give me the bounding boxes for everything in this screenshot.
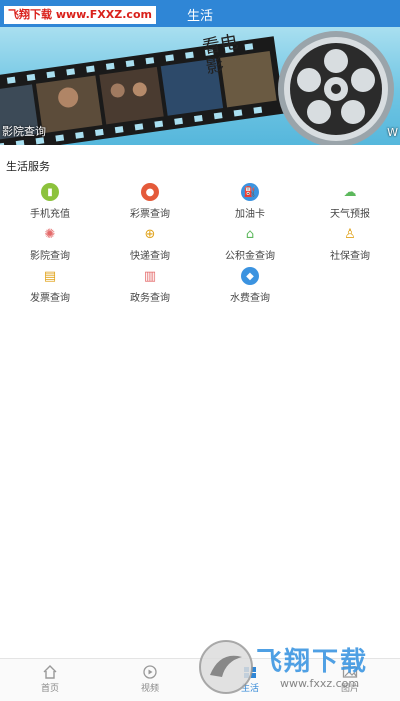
tab-video[interactable]: 视频 [100,665,200,694]
service-lottery[interactable]: ● 彩票查询 [100,183,200,220]
service-fuel-card[interactable]: ⛽ 加油卡 [200,183,300,220]
service-water-bill[interactable]: ◆ 水费查询 [200,267,300,304]
service-label: 快递查询 [130,251,170,262]
service-label: 发票查询 [30,293,70,304]
service-label: 公积金查询 [225,251,275,262]
tab-label: 首页 [40,684,59,694]
page-title: 生活 [186,9,213,24]
service-label: 社保查询 [330,251,370,262]
water-bill-icon: ◆ [241,267,259,285]
service-label: 水费查询 [230,293,270,304]
service-label: 政务查询 [130,293,170,304]
service-label: 手机充值 [30,209,70,220]
banner-caption: 影院查询 [2,125,46,138]
banner-art [0,31,394,145]
service-invoice[interactable]: ▤ 发票查询 [0,267,100,304]
government-icon: ▥ [141,267,159,285]
fuel-card-icon: ⛽ [241,183,259,201]
video-icon [143,665,157,679]
tab-home[interactable]: 首页 [0,665,100,694]
phone-recharge-icon: ▮ [41,183,59,201]
service-phone-recharge[interactable]: ▮ 手机充值 [0,183,100,220]
housing-fund-icon: ⌂ [241,225,259,243]
lottery-icon: ● [141,183,159,201]
banner-art-text: 看电影 [200,31,240,79]
watermark-bottom: 飞翔下载 www.fxxz.com [196,637,388,697]
cinema-icon: ✺ [41,225,59,243]
banner[interactable]: 影院查询 W 看电影 [0,27,400,145]
weather-icon: ☁ [341,183,359,201]
top-bar: 飞翔下载 www.FXXZ.com 生活 [0,0,400,27]
service-express[interactable]: ⊕ 快递查询 [100,225,200,262]
banner-caption-right: W [387,126,398,139]
service-label: 影院查询 [30,251,70,262]
invoice-icon: ▤ [41,267,59,285]
home-icon [43,665,57,679]
express-icon: ⊕ [141,225,159,243]
tab-label: 视频 [140,684,159,694]
service-government[interactable]: ▥ 政务查询 [100,267,200,304]
service-label: 彩票查询 [130,209,170,220]
social-security-icon: ♙ [341,225,359,243]
service-social-security[interactable]: ♙ 社保查询 [300,225,400,262]
service-cinema[interactable]: ✺ 影院查询 [0,225,100,262]
service-weather[interactable]: ☁ 天气预报 [300,183,400,220]
watermark-main-text: 飞翔下载 [256,647,369,677]
service-label: 天气预报 [330,209,370,220]
section-title: 生活服务 [6,160,50,173]
service-label: 加油卡 [235,209,265,220]
service-housing-fund[interactable]: ⌂ 公积金查询 [200,225,300,262]
watermark-sub-text: www.fxxz.com [280,677,360,690]
